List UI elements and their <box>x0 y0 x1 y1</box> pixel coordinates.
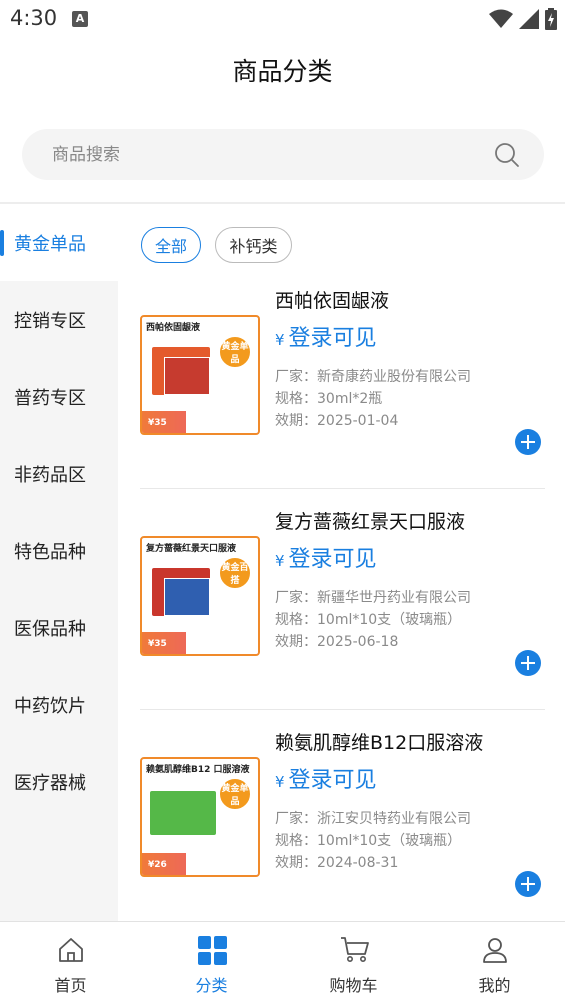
item-divider <box>140 709 545 710</box>
product-name[interactable]: 复方蔷薇红景天口服液 <box>275 507 465 534</box>
tab-cart[interactable]: 购物车 <box>283 922 424 1004</box>
package-graphic <box>150 791 216 835</box>
page-title: 商品分类 <box>232 57 333 86</box>
package-graphic <box>164 578 210 616</box>
image-band-white <box>186 632 258 654</box>
image-band-white <box>186 411 258 433</box>
active-indicator <box>0 230 4 256</box>
product-expiry: 效期：2025-06-18 <box>275 634 399 650</box>
gold-badge: 黄金单品 <box>218 335 252 369</box>
status-time: 4:30 <box>10 6 58 30</box>
price-text: 登录可见 <box>288 326 377 351</box>
currency-symbol: ¥ <box>275 773 285 791</box>
image-price: ¥26 <box>148 860 167 870</box>
product-price: ¥ 登录可见 <box>275 762 377 794</box>
sidebar-item-general-medicine[interactable]: 普药专区 <box>0 358 118 435</box>
sidebar-item-controlled-sales[interactable]: 控销专区 <box>0 281 118 358</box>
signal-icon <box>519 9 539 29</box>
sidebar-item-label: 医保品种 <box>14 618 86 640</box>
product-spec: 规格：10ml*10支（玻璃瓶） <box>275 612 462 628</box>
sidebar-item-label: 医疗器械 <box>14 772 86 794</box>
product-card[interactable]: 西帕依固龈液 黄金单品 ¥35 西帕依固龈液 ¥ 登录可见 厂家：新奇康药业股份有… <box>140 282 545 490</box>
sidebar-item-gold-single[interactable]: 黄金单品 <box>0 204 118 281</box>
bottom-tab-bar: 首页 分类 购物车 我的 <box>0 921 565 1004</box>
image-title: 复方蔷薇红景天口服液 <box>146 544 237 554</box>
currency-symbol: ¥ <box>275 331 285 349</box>
add-to-cart-button[interactable] <box>515 871 541 897</box>
currency-symbol: ¥ <box>275 552 285 570</box>
category-grid-icon <box>198 936 227 965</box>
image-title: 西帕依固龈液 <box>146 323 201 333</box>
sidebar-item-label: 非药品区 <box>14 464 86 486</box>
tab-label: 分类 <box>195 976 228 995</box>
tab-label: 购物车 <box>329 976 378 995</box>
image-price: ¥35 <box>148 418 167 428</box>
search-icon[interactable] <box>494 142 520 168</box>
image-price: ¥35 <box>148 639 167 649</box>
gold-badge: 黄金百搭 <box>218 556 252 590</box>
sidebar-item-medical-insurance[interactable]: 医保品种 <box>0 589 118 666</box>
home-icon <box>59 938 83 962</box>
product-expiry: 效期：2024-08-31 <box>275 855 399 871</box>
battery-icon <box>545 8 557 30</box>
product-expiry: 效期：2025-01-04 <box>275 413 399 429</box>
product-name[interactable]: 西帕依固龈液 <box>275 286 389 313</box>
product-name[interactable]: 赖氨肌醇维B12口服溶液 <box>275 728 483 755</box>
price-text: 登录可见 <box>288 768 377 793</box>
product-image[interactable]: 赖氨肌醇维B12 口服溶液 黄金单品 ¥26 <box>140 757 260 877</box>
sidebar-item-label: 控销专区 <box>14 310 86 332</box>
tab-mine[interactable]: 我的 <box>424 922 565 1004</box>
item-divider <box>140 488 545 489</box>
product-list-panel: 全部 补钙类 西帕依固龈液 黄金单品 ¥35 西帕依固龈液 ¥ 登录可见 厂家：新… <box>118 204 565 921</box>
sidebar-item-special-varieties[interactable]: 特色品种 <box>0 512 118 589</box>
product-manufacturer: 厂家：新奇康药业股份有限公司 <box>275 369 471 385</box>
sidebar-item-medical-devices[interactable]: 医疗器械 <box>0 743 118 820</box>
product-card[interactable]: 复方蔷薇红景天口服液 黄金百搭 ¥35 复方蔷薇红景天口服液 ¥ 登录可见 厂家：… <box>140 503 545 711</box>
sidebar-item-herbal-pieces[interactable]: 中药饮片 <box>0 666 118 743</box>
tab-label: 首页 <box>54 976 87 995</box>
package-graphic <box>164 357 210 395</box>
add-to-cart-button[interactable] <box>515 650 541 676</box>
product-spec: 规格：10ml*10支（玻璃瓶） <box>275 833 462 849</box>
product-image[interactable]: 复方蔷薇红景天口服液 黄金百搭 ¥35 <box>140 536 260 656</box>
search-bar[interactable] <box>22 129 544 180</box>
sidebar-item-label: 黄金单品 <box>14 233 86 255</box>
sidebar-item-label: 中药饮片 <box>14 695 86 717</box>
tab-label: 我的 <box>478 976 511 995</box>
search-input[interactable] <box>52 129 472 180</box>
product-image[interactable]: 西帕依固龈液 黄金单品 ¥35 <box>140 315 260 435</box>
user-icon <box>483 938 507 963</box>
filter-chip-all[interactable]: 全部 <box>141 227 201 263</box>
sidebar-item-label: 普药专区 <box>14 387 86 409</box>
notification-a-icon: A <box>72 11 88 27</box>
tab-home[interactable]: 首页 <box>0 922 141 1004</box>
status-icons <box>489 8 557 30</box>
image-band-white <box>186 853 258 875</box>
price-text: 登录可见 <box>288 547 377 572</box>
category-sidebar: 黄金单品 控销专区 普药专区 非药品区 特色品种 医保品种 中药饮片 医疗器械 <box>0 204 118 921</box>
product-spec: 规格：30ml*2瓶 <box>275 391 383 407</box>
product-price: ¥ 登录可见 <box>275 541 377 573</box>
add-to-cart-button[interactable] <box>515 429 541 455</box>
gold-badge: 黄金单品 <box>218 777 252 811</box>
product-manufacturer: 厂家：浙江安贝特药业有限公司 <box>275 811 471 827</box>
status-bar: 4:30 A <box>0 0 565 40</box>
wifi-icon <box>489 9 513 28</box>
sidebar-item-non-medicine[interactable]: 非药品区 <box>0 435 118 512</box>
product-manufacturer: 厂家：新疆华世丹药业有限公司 <box>275 590 471 606</box>
cart-icon <box>341 937 369 962</box>
tab-category[interactable]: 分类 <box>141 922 282 1004</box>
image-title: 赖氨肌醇维B12 口服溶液 <box>146 765 250 775</box>
product-card[interactable]: 赖氨肌醇维B12 口服溶液 黄金单品 ¥26 赖氨肌醇维B12口服溶液 ¥ 登录可… <box>140 724 545 932</box>
product-price: ¥ 登录可见 <box>275 320 377 352</box>
sidebar-item-label: 特色品种 <box>14 541 86 563</box>
filter-chip-calcium[interactable]: 补钙类 <box>215 227 292 263</box>
